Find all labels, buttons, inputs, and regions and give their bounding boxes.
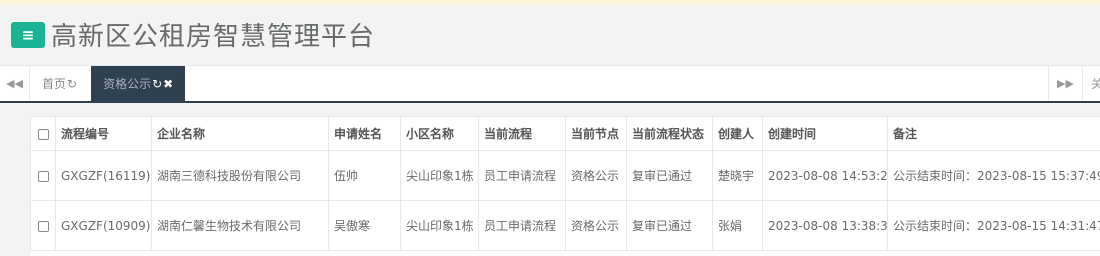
tab-qualification-publicity[interactable]: 资格公示 ↻ ✖: [91, 66, 185, 101]
col-header[interactable]: 流程编号: [56, 117, 152, 151]
row-checkbox[interactable]: [31, 151, 56, 201]
table-cell: 楚晓宇: [713, 151, 763, 201]
table-cell: 复审已通过: [627, 151, 713, 201]
table-cell: 湖南仁馨生物技术有限公司: [152, 201, 329, 251]
table-row[interactable]: GXGZF(16119) 湖南三德科技股份有限公司 伍帅 尖山印象1栋 员工申请…: [31, 151, 1100, 201]
col-header[interactable]: 申请姓名: [329, 117, 401, 151]
col-header[interactable]: 企业名称: [152, 117, 329, 151]
menu-icon[interactable]: ≡: [11, 22, 45, 48]
tab-home[interactable]: 首页 ↻: [30, 66, 89, 101]
table-cell: 张娟: [713, 201, 763, 251]
app-header: ≡ 高新区公租房智慧管理平台: [0, 4, 1100, 66]
table-cell: 资格公示: [566, 201, 627, 251]
row-checkbox[interactable]: [31, 201, 56, 251]
refresh-icon[interactable]: ↻: [67, 77, 77, 91]
select-all-checkbox[interactable]: [31, 117, 56, 151]
scroll-tabs-right-icon[interactable]: ▶▶: [1048, 66, 1082, 101]
table-cell: GXGZF(10909): [56, 201, 152, 251]
table-cell: 2023-08-08 13:38:34: [763, 201, 888, 251]
table-cell: 吴傲寒: [329, 201, 401, 251]
table-row[interactable]: GXGZF(10909) 湖南仁馨生物技术有限公司 吴傲寒 尖山印象1栋 员工申…: [31, 201, 1100, 251]
col-header[interactable]: 创建时间: [763, 117, 888, 151]
tab-right-controls: ▶▶ 关: [1048, 66, 1100, 101]
table-cell: 员工申请流程: [479, 151, 566, 201]
scroll-tabs-left-icon[interactable]: ◀◀: [0, 66, 30, 101]
main-content: 流程编号 企业名称 申请姓名 小区名称 当前流程 当前节点 当前流程状态 创建人…: [0, 104, 1100, 254]
close-operations-menu[interactable]: 关: [1082, 66, 1100, 101]
tab-bar: ◀◀ 首页 ↻ 资格公示 ↻ ✖ ▶▶ 关: [0, 66, 1100, 103]
table-cell: 员工申请流程: [479, 201, 566, 251]
app-title: 高新区公租房智慧管理平台: [51, 16, 375, 53]
table-cell: 公示结束时间：2023-08-15 14:31:47: [888, 201, 1100, 251]
col-header[interactable]: 创建人: [713, 117, 763, 151]
records-table: 流程编号 企业名称 申请姓名 小区名称 当前流程 当前节点 当前流程状态 创建人…: [30, 116, 1100, 251]
col-header[interactable]: 当前节点: [566, 117, 627, 151]
col-header[interactable]: 备注: [888, 117, 1100, 151]
col-header[interactable]: 当前流程: [479, 117, 566, 151]
col-header[interactable]: 小区名称: [401, 117, 479, 151]
table-header-row: 流程编号 企业名称 申请姓名 小区名称 当前流程 当前节点 当前流程状态 创建人…: [31, 117, 1100, 151]
refresh-icon[interactable]: ↻: [152, 77, 162, 91]
table-cell: 资格公示: [566, 151, 627, 201]
tab-active-label: 资格公示: [103, 75, 151, 92]
close-icon[interactable]: ✖: [163, 77, 173, 91]
close-operations-label: 关: [1091, 75, 1100, 92]
table-cell: 复审已通过: [627, 201, 713, 251]
table-cell: 尖山印象1栋: [401, 201, 479, 251]
table-cell: 公示结束时间：2023-08-15 15:37:49: [888, 151, 1100, 201]
table-cell: 尖山印象1栋: [401, 151, 479, 201]
table-cell: GXGZF(16119): [56, 151, 152, 201]
table-panel: 流程编号 企业名称 申请姓名 小区名称 当前流程 当前节点 当前流程状态 创建人…: [30, 116, 1100, 256]
tab-home-label: 首页: [42, 75, 66, 92]
table-cell: 湖南三德科技股份有限公司: [152, 151, 329, 201]
col-header[interactable]: 当前流程状态: [627, 117, 713, 151]
table-cell: 伍帅: [329, 151, 401, 201]
table-cell: 2023-08-08 14:53:21: [763, 151, 888, 201]
